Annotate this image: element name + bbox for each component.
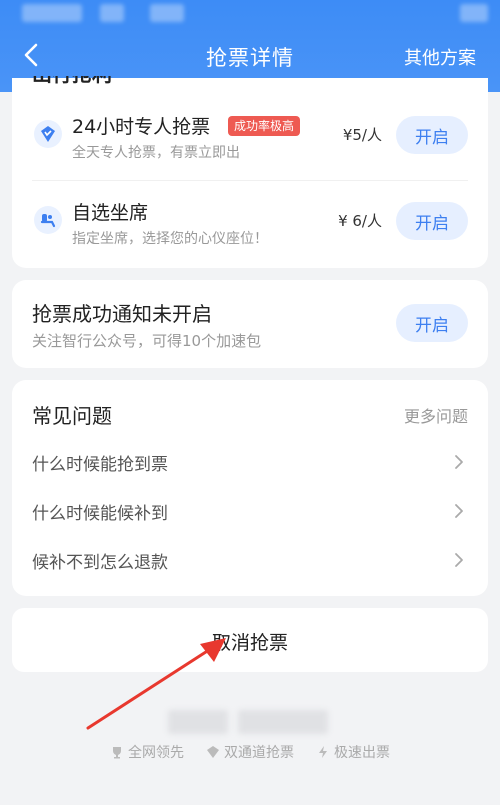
- service-row-seat: 自选坐席 指定坐席，选择您的心仪座位！ ¥ 6/人 开启: [12, 184, 488, 264]
- service-price: ¥5/人: [342, 126, 382, 144]
- service-description: 指定坐席，选择您的心仪座位！: [72, 231, 268, 247]
- status-bar: [0, 0, 500, 26]
- notify-description: 关注智行公众号，可得10个加速包: [32, 332, 262, 350]
- navigation-bar: 抢票详情 其他方案: [0, 30, 500, 82]
- service-title: 24小时专人抢票: [72, 116, 211, 138]
- faq-card: 常见问题 更多问题 什么时候能抢到票 什么时候能候补到 候补不到怎么退款: [12, 380, 488, 596]
- faq-item[interactable]: 什么时候能候补到: [12, 491, 488, 531]
- blurred-status-info: [460, 4, 488, 22]
- enable-dedicated-button[interactable]: 开启: [396, 116, 468, 154]
- feature-item: 极速出票: [316, 740, 390, 764]
- other-plan-link[interactable]: 其他方案: [404, 44, 476, 70]
- cancel-grab-label: 取消抢票: [211, 632, 288, 654]
- divider: [32, 180, 468, 181]
- chevron-right-icon: [455, 553, 463, 567]
- feature-label: 全网领先: [128, 745, 184, 761]
- service-options-card: 出行抢利 24小时专人抢票 成功率极高 全天专人抢票，有票立即出 ¥5/人 开启…: [12, 76, 488, 268]
- blurred-status-info: [150, 4, 184, 22]
- success-rate-badge: 成功率极高: [228, 116, 301, 136]
- chevron-right-icon: [455, 455, 463, 469]
- faq-question: 什么时候能候补到: [32, 504, 168, 524]
- service-description: 全天专人抢票，有票立即出: [72, 145, 240, 161]
- faq-question: 候补不到怎么退款: [32, 553, 168, 573]
- feature-strip: 全网领先 双通道抢票 极速出票: [0, 740, 500, 764]
- enable-notify-button[interactable]: 开启: [396, 304, 468, 342]
- feature-item: 双通道抢票: [206, 740, 294, 764]
- service-row-dedicated: 24小时专人抢票 成功率极高 全天专人抢票，有票立即出 ¥5/人 开启: [12, 98, 488, 178]
- feature-label: 极速出票: [334, 745, 390, 761]
- chevron-right-icon: [455, 504, 463, 518]
- blurred-footer-logo: [238, 710, 328, 734]
- enable-seat-button[interactable]: 开启: [396, 202, 468, 240]
- notify-card: 抢票成功通知未开启 关注智行公众号，可得10个加速包 开启: [12, 280, 488, 368]
- feature-item: 全网领先: [110, 740, 184, 764]
- notify-title: 抢票成功通知未开启: [32, 302, 212, 326]
- section-title-cut: 出行抢利: [32, 76, 112, 86]
- faq-item[interactable]: 候补不到怎么退款: [12, 540, 488, 580]
- faq-item[interactable]: 什么时候能抢到票: [12, 442, 488, 482]
- cancel-grab-button[interactable]: 取消抢票: [12, 608, 488, 672]
- service-price: ¥ 6/人: [338, 212, 382, 230]
- diamond-icon: [34, 120, 62, 148]
- diamond-icon: [207, 746, 219, 758]
- feature-label: 双通道抢票: [224, 745, 294, 761]
- blurred-status-info: [100, 4, 124, 22]
- seat-icon: [34, 206, 62, 234]
- service-title: 自选坐席: [72, 202, 149, 224]
- faq-title: 常见问题: [32, 404, 112, 428]
- lightning-icon: [319, 746, 327, 758]
- blurred-footer-logo: [168, 710, 228, 734]
- faq-question: 什么时候能抢到票: [32, 455, 168, 475]
- blurred-status-info: [22, 4, 82, 22]
- more-questions-link[interactable]: 更多问题: [404, 403, 468, 427]
- trophy-icon: [113, 747, 121, 759]
